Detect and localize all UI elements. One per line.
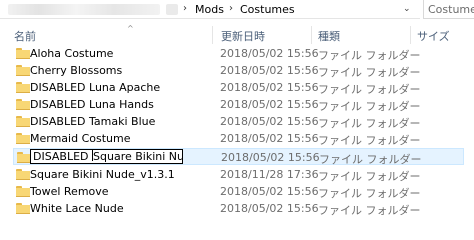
list-item[interactable]: Cherry Blossoms 2018/05/02 15:56 ファイル フォ…	[13, 62, 474, 79]
list-item[interactable]: Mermaid Costume 2018/05/02 15:56 ファイル フォ…	[13, 130, 474, 147]
folder-icon	[16, 99, 30, 110]
list-item-selected[interactable]: DISABLED Square Bikini Nude 2018/05/02 1…	[13, 148, 464, 166]
column-type[interactable]: 種類	[318, 28, 340, 44]
list-item[interactable]: Aloha Costume 2018/05/02 15:56 ファイル フォルダ…	[13, 45, 474, 62]
list-item[interactable]: White Lace Nude 2018/05/02 15:56 ファイル フォ…	[13, 200, 474, 217]
item-name: Square Bikini Nude_v1.3.1	[30, 168, 175, 181]
item-name: Aloha Costume	[30, 47, 114, 60]
folder-icon	[16, 203, 30, 214]
folder-icon	[16, 82, 30, 93]
item-type: ファイル フォルダー	[318, 100, 421, 113]
list-item[interactable]: DISABLED Luna Apache 2018/05/02 15:56 ファ…	[13, 79, 474, 96]
breadcrumb-mods[interactable]: Mods	[195, 3, 224, 16]
address-bar[interactable]: › Mods › Costumes ⌄	[0, 0, 474, 20]
item-type: ファイル フォルダー	[318, 66, 421, 79]
item-name: DISABLED Luna Apache	[30, 81, 161, 94]
list-item[interactable]: Towel Remove 2018/05/02 15:56 ファイル フォルダー	[13, 183, 474, 200]
item-name: DISABLED Tamaki Blue	[30, 115, 156, 128]
item-date: 2018/05/02 15:56	[221, 151, 320, 164]
column-date[interactable]: 更新日時	[221, 28, 265, 44]
item-date: 2018/05/02 15:56	[220, 47, 319, 60]
folder-icon	[17, 152, 31, 163]
item-name: Cherry Blossoms	[30, 64, 123, 77]
item-name: Mermaid Costume	[30, 132, 131, 145]
column-divider[interactable]	[212, 26, 213, 44]
item-date: 2018/05/02 15:56	[220, 81, 319, 94]
item-type: ファイル フォルダー	[318, 170, 421, 183]
blurred-path-segment	[166, 4, 178, 15]
rename-field[interactable]: DISABLED Square Bikini Nude	[30, 149, 183, 164]
item-type: ファイル フォルダー	[318, 117, 421, 130]
breadcrumb-separator-icon: ›	[229, 3, 233, 14]
address-dropdown-icon[interactable]: ⌄	[403, 4, 411, 14]
breadcrumb-separator-icon: ›	[183, 3, 187, 14]
item-date: 2018/05/02 15:56	[220, 98, 319, 111]
folder-icon	[16, 133, 30, 144]
folder-icon	[16, 48, 30, 59]
list-item[interactable]: DISABLED Tamaki Blue 2018/05/02 15:56 ファ…	[13, 113, 474, 130]
column-size[interactable]: サイズ	[417, 28, 450, 44]
folder-icon	[16, 65, 30, 76]
item-type: ファイル フォルダー	[319, 153, 422, 166]
item-date: 2018/11/28 17:36	[220, 168, 319, 181]
column-name[interactable]: 名前	[14, 28, 36, 44]
search-box[interactable]	[423, 0, 474, 19]
folder-icon	[16, 169, 30, 180]
list-item[interactable]: Square Bikini Nude_v1.3.1 2018/11/28 17:…	[13, 166, 474, 183]
item-type: ファイル フォルダー	[318, 83, 421, 96]
rename-selected-text: DISABLED	[33, 150, 89, 163]
folder-icon	[16, 116, 30, 127]
item-type: ファイル フォルダー	[318, 187, 421, 200]
item-type: ファイル フォルダー	[318, 134, 421, 147]
item-type: ファイル フォルダー	[318, 204, 421, 217]
search-input[interactable]	[428, 2, 474, 16]
rename-remaining-text: Square Bikini Nude	[93, 150, 183, 163]
item-date: 2018/05/02 15:56	[220, 64, 319, 77]
breadcrumb[interactable]: › Mods › Costumes ⌄	[0, 0, 420, 19]
item-name: Towel Remove	[30, 185, 109, 198]
blurred-path	[8, 4, 160, 15]
item-date: 2018/05/02 15:56	[220, 202, 319, 215]
column-header: ^ 名前 更新日時 種類 サイズ	[0, 24, 474, 44]
item-name: White Lace Nude	[30, 202, 124, 215]
item-date: 2018/05/02 15:56	[220, 132, 319, 145]
column-divider[interactable]	[311, 26, 312, 44]
item-date: 2018/05/02 15:56	[220, 115, 319, 128]
breadcrumb-costumes[interactable]: Costumes	[240, 3, 295, 16]
item-name: DISABLED Luna Hands	[30, 98, 154, 111]
list-item[interactable]: DISABLED Luna Hands 2018/05/02 15:56 ファイ…	[13, 96, 474, 113]
item-type: ファイル フォルダー	[318, 49, 421, 62]
sort-indicator-icon: ^	[127, 24, 134, 33]
column-divider[interactable]	[410, 26, 411, 44]
item-date: 2018/05/02 15:56	[220, 185, 319, 198]
folder-icon	[16, 186, 30, 197]
